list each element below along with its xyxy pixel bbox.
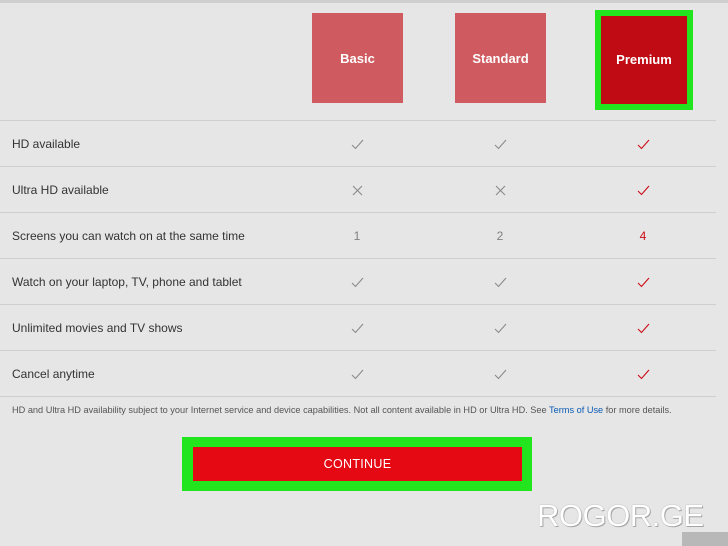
check-icon [623, 167, 663, 213]
screen-count: 4 [639, 229, 647, 243]
check-icon [623, 351, 663, 397]
plan-standard[interactable]: Standard [455, 13, 546, 103]
continue-button[interactable]: CONTINUE [193, 447, 522, 481]
watermark: ROGOR.GE [537, 498, 704, 533]
feature-label: Cancel anytime [12, 367, 95, 381]
feature-label: Screens you can watch on at the same tim… [12, 229, 245, 243]
feature-row: Ultra HD available [0, 166, 716, 212]
check-icon [480, 305, 520, 351]
plan-basic-label: Basic [340, 50, 375, 66]
check-icon [480, 351, 520, 397]
feature-label: Unlimited movies and TV shows [12, 321, 183, 335]
plan-premium-label: Premium [616, 52, 672, 67]
feature-row: Unlimited movies and TV shows [0, 304, 716, 350]
check-icon [337, 259, 377, 305]
check-icon [337, 121, 377, 167]
screen-count: 1 [353, 229, 361, 243]
screen-count: 2 [496, 229, 504, 243]
plan-standard-label: Standard [472, 50, 529, 66]
disclaimer-tail: for more details. [603, 405, 672, 415]
terms-of-use-link[interactable]: Terms of Use [549, 405, 603, 415]
feature-label: Watch on your laptop, TV, phone and tabl… [12, 275, 242, 289]
corner-decoration [682, 532, 728, 546]
check-icon [337, 351, 377, 397]
feature-row: HD available [0, 120, 716, 166]
feature-row: Screens you can watch on at the same tim… [0, 212, 716, 258]
check-icon [623, 259, 663, 305]
feature-label: Ultra HD available [12, 183, 109, 197]
plan-premium[interactable]: Premium [604, 19, 684, 100]
cross-icon [337, 167, 377, 213]
check-icon [623, 121, 663, 167]
feature-row: Watch on your laptop, TV, phone and tabl… [0, 258, 716, 304]
disclaimer-body: HD and Ultra HD availability subject to … [12, 405, 550, 415]
cross-icon [480, 167, 520, 213]
check-icon [480, 121, 520, 167]
plan-basic[interactable]: Basic [312, 13, 403, 103]
check-icon [623, 305, 663, 351]
top-divider [0, 0, 728, 3]
check-icon [337, 305, 377, 351]
feature-label: HD available [12, 137, 81, 151]
disclaimer-text: HD and Ultra HD availability subject to … [12, 404, 712, 416]
check-icon [480, 259, 520, 305]
table-bottom-divider [0, 396, 716, 397]
feature-row: Cancel anytime [0, 350, 716, 396]
